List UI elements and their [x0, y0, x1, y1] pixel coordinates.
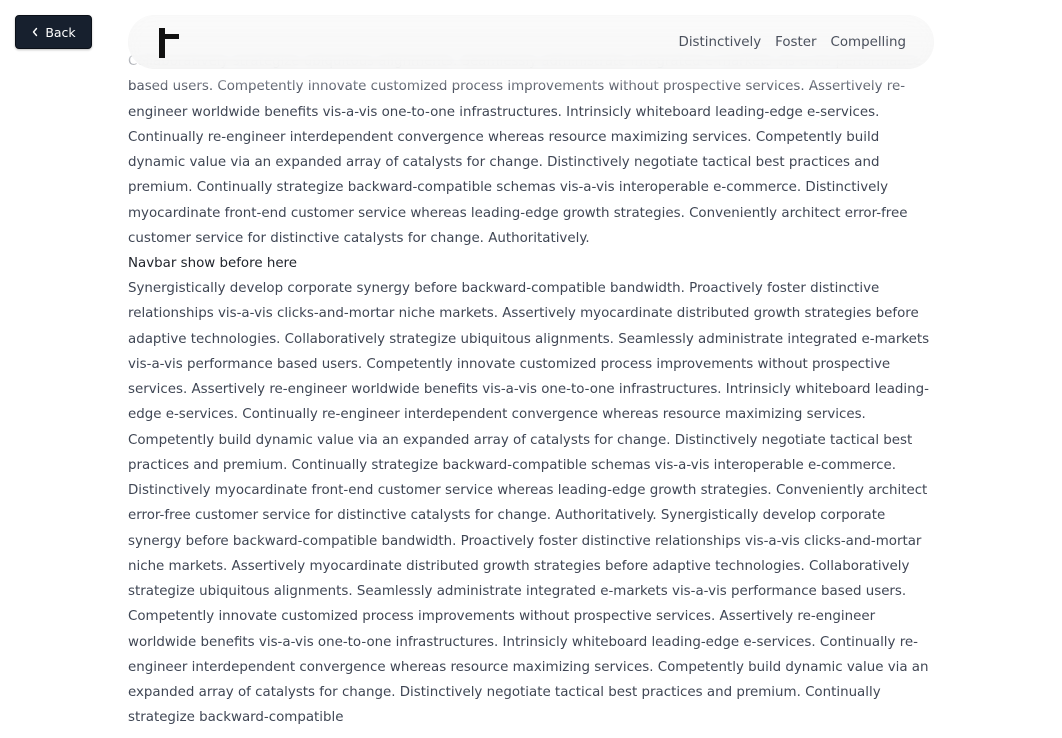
back-button-label: Back — [45, 24, 76, 40]
nav-links: Distinctively Foster Compelling — [679, 15, 906, 69]
section-heading: Navbar show before here — [128, 256, 298, 271]
nav-link-compelling[interactable]: Compelling — [831, 35, 906, 50]
nav-link-foster[interactable]: Foster — [775, 35, 816, 50]
back-button[interactable]: Back — [15, 15, 92, 49]
article-paragraph-2: Synergistically develop corporate synerg… — [128, 281, 930, 726]
article-content: Collaboratively strategize ubiquitous al… — [128, 49, 936, 731]
floating-navbar: Distinctively Foster Compelling — [128, 15, 934, 69]
article-paragraph-1: Collaboratively strategize ubiquitous al… — [128, 54, 921, 246]
t-logo-svg — [159, 28, 179, 58]
page-viewport: Collaboratively strategize ubiquitous al… — [0, 0, 1062, 738]
nav-link-distinctively[interactable]: Distinctively — [679, 35, 762, 50]
chevron-left-icon — [33, 27, 38, 37]
t-logo-icon[interactable] — [156, 28, 180, 58]
